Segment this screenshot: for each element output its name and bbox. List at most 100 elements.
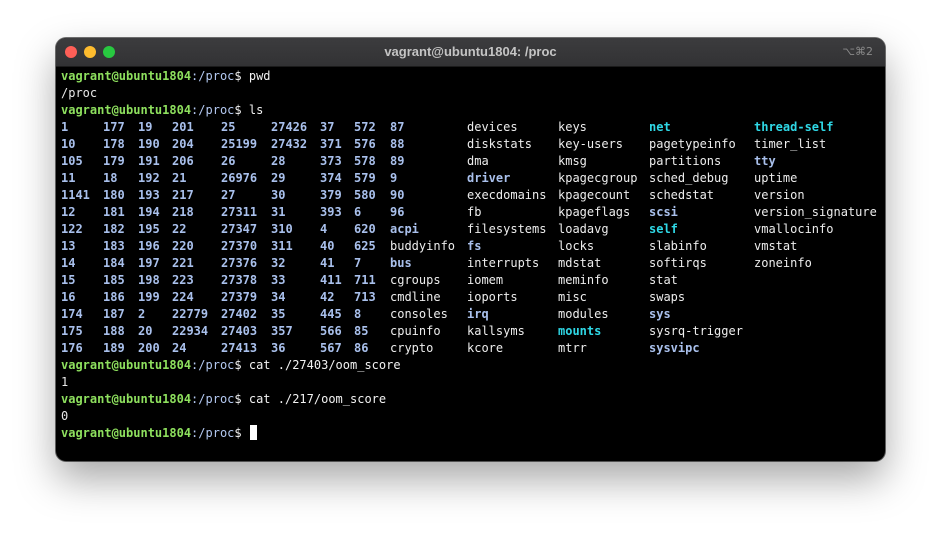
output-line: 1 [61,375,69,389]
ls-entry: 357 [271,324,293,338]
ls-entry: 15 [61,273,76,287]
ls-entry: 176 [61,341,83,355]
window-title: vagrant@ubuntu1804: /proc [384,44,557,59]
ls-entry: 578 [354,154,376,168]
ls-entry: devices [467,120,518,134]
output-line: 0 [61,409,69,423]
ls-entry: 206 [172,154,194,168]
ls-entry: vmstat [754,239,798,253]
ls-output-grid: 1 177 19 201 25 27426 37 572 87 devices keys net thr… [61,119,881,357]
ls-entry: 27402 [221,307,258,321]
ls-entry: zoneinfo [754,256,812,270]
ls-entry: 182 [103,222,125,236]
ls-entry: vmallocinfo [754,222,834,236]
ls-entry: 566 [320,324,342,338]
ls-entry: 27403 [221,324,258,338]
ls-entry: 20 [138,324,153,338]
ls-entry: 90 [390,188,405,202]
ls-entry: 371 [320,137,342,151]
ls-entry: cpuinfo [390,324,441,338]
ls-entry: 24 [172,341,187,355]
ls-entry: 27370 [221,239,258,253]
ls-entry: sys [649,307,671,321]
ls-entry: 576 [354,137,376,151]
ls-entry: dma [467,154,489,168]
terminal-window: vagrant@ubuntu1804: /proc ⌥⌘2 vagrant@ub… [56,38,885,461]
ls-entry: meminfo [558,273,609,287]
ls-entry: 572 [354,120,376,134]
ls-entry: 14 [61,256,76,270]
output-line: /proc [61,86,98,100]
ls-entry: 22779 [172,307,209,321]
ls-entry: 27378 [221,273,258,287]
ls-entry: acpi [390,222,419,236]
ls-entry: 194 [138,205,160,219]
prompt-line: vagrant@ubuntu1804:/proc$ pwd [61,68,881,85]
ls-entry: 21 [172,171,187,185]
active-prompt-line[interactable]: vagrant@ubuntu1804:/proc$ [61,425,881,442]
ls-entry: 30 [271,188,286,202]
ls-entry: 711 [354,273,376,287]
ls-entry: ioports [467,290,518,304]
ls-entry: 179 [103,154,125,168]
ls-entry: 122 [61,222,83,236]
window-shortcut-label: ⌥⌘2 [842,45,873,58]
ls-entry: pagetypeinfo [649,137,736,151]
ls-entry: 311 [271,239,293,253]
command-text: cat ./217/oom_score [248,392,387,406]
ls-entry: 625 [354,239,376,253]
terminal-output[interactable]: vagrant@ubuntu1804:/proc$ pwd /proc vagr… [61,68,881,461]
ls-entry: self [649,222,678,236]
ls-entry: 18 [103,171,118,185]
ls-entry: 177 [103,120,125,134]
ls-entry: slabinfo [649,239,707,253]
ls-entry: 105 [61,154,83,168]
ls-entry: fb [467,205,482,219]
ls-entry: 29 [271,171,286,185]
prompt-user-host: vagrant@ubuntu1804 [61,426,192,440]
ls-entry: 27432 [271,137,308,151]
ls-entry: 35 [271,307,286,321]
ls-entry: diskstats [467,137,533,151]
ls-entry: 8 [354,307,362,321]
ls-entry: 218 [172,205,194,219]
text-cursor [249,425,257,440]
ls-entry: mounts [558,324,602,338]
ls-row: 175 188 20 22934 27403 357 566 85 cpuinfo kallsym… [61,323,881,340]
ls-row: 15 185 198 223 27378 33 411 711 cgroups iomem memi… [61,272,881,289]
ls-entry: 40 [320,239,335,253]
ls-entry: filesystems [467,222,547,236]
ls-entry: buddyinfo [390,239,456,253]
ls-entry: modules [558,307,609,321]
ls-entry: 13 [61,239,76,253]
ls-entry: 579 [354,171,376,185]
prompt-symbol: $ [234,103,249,117]
prompt-user-host: vagrant@ubuntu1804 [61,392,192,406]
ls-entry: 620 [354,222,376,236]
ls-entry: sched_debug [649,171,729,185]
ls-row: 122 182 195 22 27347 310 4 620 acpi filesystems lo… [61,221,881,238]
ls-entry: 713 [354,290,376,304]
ls-entry: 200 [138,341,160,355]
ls-entry: fs [467,239,482,253]
ls-entry: 224 [172,290,194,304]
ls-entry: 16 [61,290,76,304]
ls-entry: 27413 [221,341,258,355]
ls-entry: 411 [320,273,342,287]
ls-row: 12 181 194 218 27311 31 393 6 96 fb kpageflags scsi… [61,204,881,221]
prompt-symbol: $ [234,392,249,406]
ls-entry: 32 [271,256,286,270]
ls-entry: 180 [103,188,125,202]
title-bar[interactable]: vagrant@ubuntu1804: /proc ⌥⌘2 [56,38,885,67]
ls-entry: mtrr [558,341,587,355]
ls-entry: crypto [390,341,434,355]
ls-entry: 221 [172,256,194,270]
prompt-path: :/proc [191,69,235,83]
ls-entry: 11 [61,171,76,185]
ls-entry: 567 [320,341,342,355]
ls-entry: 197 [138,256,160,270]
ls-entry: net [649,120,671,134]
command-text: ls [248,103,264,117]
ls-entry: bus [390,256,412,270]
ls-entry: kcore [467,341,504,355]
